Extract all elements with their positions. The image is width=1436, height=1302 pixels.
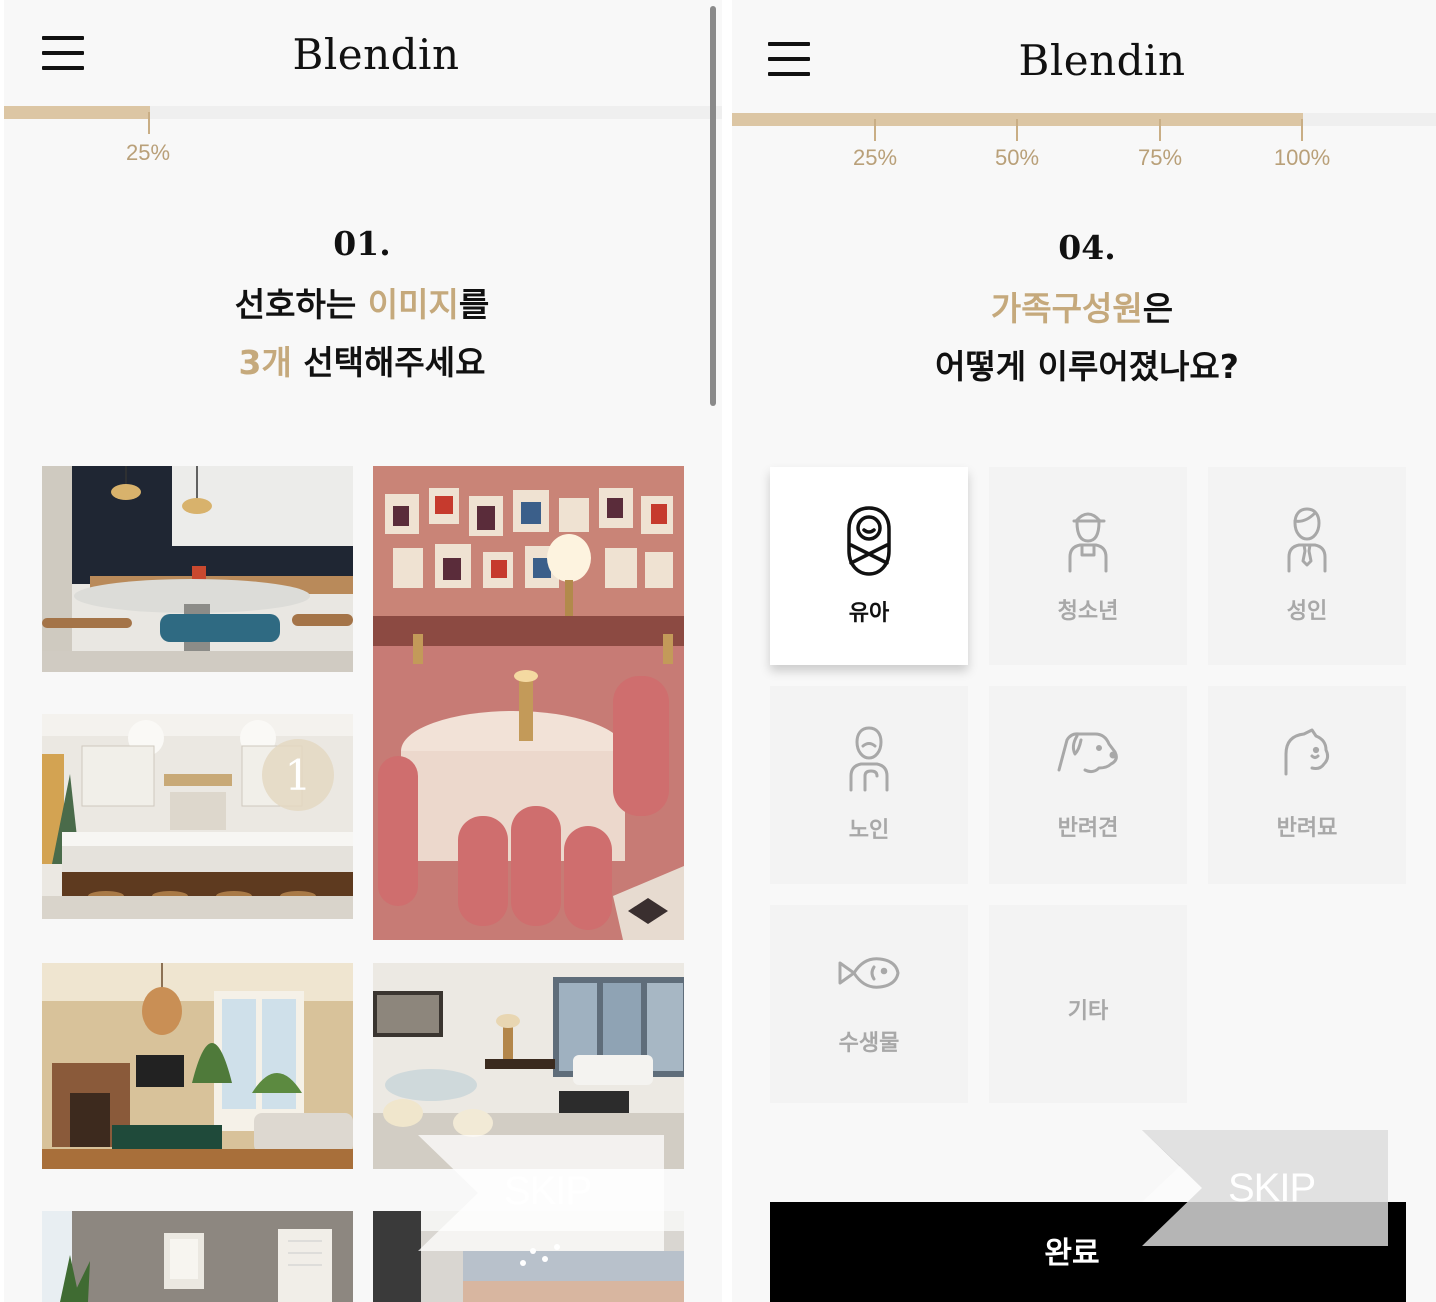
image-option-kitchen[interactable]: 1 (42, 714, 353, 919)
question-count-highlight: 3개 (238, 343, 292, 382)
progress-tick (1301, 119, 1303, 141)
option-other[interactable]: 기타 (989, 905, 1187, 1103)
question-highlight: 가족구성원 (990, 289, 1143, 328)
question-highlight: 이미지 (367, 285, 459, 324)
option-label: 기타 (1067, 999, 1109, 1024)
question-04-screen: Blendin 25% 50% 75% 100% 04. 가족구성원은 어떻게 … (732, 0, 1436, 1302)
question-line-1: 가족구성원은 (990, 289, 1174, 328)
progress-label-75: 75% (1137, 145, 1183, 170)
progress-label-25: 25% (852, 145, 898, 170)
image-option-warm-living-room[interactable] (42, 963, 353, 1169)
option-label: 반려견 (1057, 816, 1119, 841)
progress-tick (1159, 119, 1161, 141)
image-option-cafe[interactable] (42, 466, 353, 672)
question-number: 04. (1058, 228, 1116, 267)
skip-button[interactable]: SKIP (1142, 1130, 1388, 1246)
teen-icon (1066, 507, 1110, 577)
option-dog[interactable]: 반려견 (989, 686, 1187, 884)
dog-icon (1055, 730, 1121, 780)
image-option-pink-restaurant[interactable] (373, 466, 684, 940)
progress-label-25: 25% (125, 140, 171, 165)
progress-label-100: 100% (1273, 145, 1331, 170)
skip-button[interactable]: SKIP (418, 1135, 664, 1251)
cat-icon (1282, 728, 1332, 782)
option-label: 노인 (848, 818, 890, 843)
option-label: 유아 (848, 601, 890, 626)
elder-icon (847, 726, 891, 796)
scrollbar[interactable] (710, 6, 716, 406)
option-label: 반려묘 (1276, 816, 1338, 841)
option-senior[interactable]: 노인 (770, 686, 968, 884)
question-line-2: 어떻게 이루어졌나요? (935, 347, 1239, 386)
progress-fill (4, 106, 150, 119)
option-aquatic[interactable]: 수생물 (770, 905, 968, 1103)
progress-tick (148, 112, 150, 134)
app-logo: Blendin (292, 30, 460, 79)
question-number: 01. (333, 224, 391, 263)
image-option-hallway[interactable] (42, 1211, 353, 1302)
progress-bar (4, 106, 722, 119)
menu-icon[interactable] (42, 36, 84, 70)
adult-icon (1285, 507, 1329, 577)
app-logo: Blendin (1018, 36, 1186, 85)
progress-bar (732, 113, 1436, 126)
option-label: 청소년 (1057, 599, 1119, 624)
option-label: 성인 (1286, 599, 1328, 624)
progress-tick (874, 119, 876, 141)
skip-label: SKIP (1228, 1166, 1316, 1210)
skip-label: SKIP (504, 1169, 592, 1213)
option-teen[interactable]: 청소년 (989, 467, 1187, 665)
progress-tick (1016, 119, 1018, 141)
option-adult[interactable]: 성인 (1208, 467, 1406, 665)
menu-icon[interactable] (768, 42, 810, 76)
option-cat[interactable]: 반려묘 (1208, 686, 1406, 884)
question-line-1: 선호하는 이미지를 (234, 285, 490, 324)
progress-label-50: 50% (994, 145, 1040, 170)
fish-icon (838, 955, 900, 995)
option-infant[interactable]: 유아 (770, 467, 968, 665)
question-line-2: 3개 선택해주세요 (238, 343, 486, 382)
baby-icon (846, 505, 892, 581)
question-01-screen: Blendin 25% 01. 선호하는 이미지를 3개 선택해주세요 1 SK… (4, 0, 722, 1302)
option-label: 수생물 (838, 1031, 900, 1056)
selection-order-badge: 1 (262, 739, 334, 811)
done-label: 완료 (1044, 1236, 1100, 1271)
